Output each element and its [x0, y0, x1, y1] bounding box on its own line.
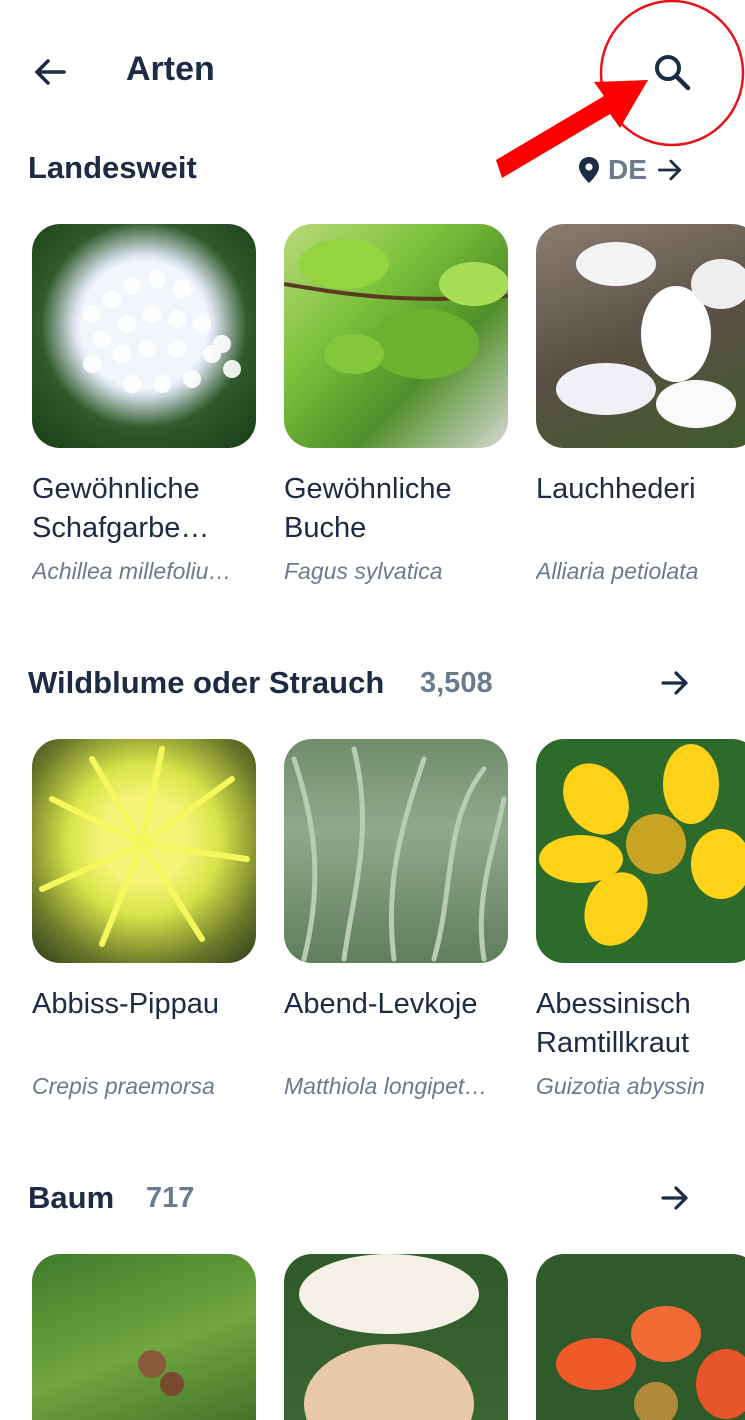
- arrow-right-icon[interactable]: [658, 1181, 692, 1215]
- species-row-landesweit: Gewöhnliche Schafgarbe… Achillea millefo…: [32, 224, 745, 604]
- page-title: Arten: [126, 50, 215, 88]
- location-code: DE: [608, 154, 647, 185]
- species-card[interactable]: [536, 1254, 745, 1420]
- species-photo: [536, 1254, 745, 1420]
- species-card[interactable]: Lauchhederi Alliaria petiolata: [536, 224, 745, 585]
- species-photo: [32, 224, 256, 448]
- species-photo: [536, 224, 745, 448]
- species-card[interactable]: Abbiss-Pippau Crepis praemorsa: [32, 739, 256, 1100]
- arrow-right-icon: [657, 159, 682, 181]
- species-photo: [32, 739, 256, 963]
- species-common-name: Gewöhnliche Buche: [284, 473, 452, 544]
- species-photo: [284, 1254, 508, 1420]
- back-arrow-icon[interactable]: [30, 52, 70, 92]
- species-scientific-name: Achillea millefoliu…: [32, 558, 232, 584]
- species-scientific-name: Crepis praemorsa: [32, 1073, 215, 1099]
- species-card[interactable]: Abend-Levkoje Matthiola longipet…: [284, 739, 508, 1100]
- species-common-name: Lauchhederi: [536, 473, 696, 505]
- species-photo: [284, 739, 508, 963]
- location-selector[interactable]: DE: [578, 150, 685, 190]
- species-card[interactable]: Gewöhnliche Schafgarbe… Achillea millefo…: [32, 224, 256, 585]
- species-common-name: Abend-Levkoje: [284, 988, 478, 1020]
- species-row-wildblume: Abbiss-Pippau Crepis praemorsa Abend-Lev…: [32, 739, 745, 1119]
- section-count: 717: [146, 1182, 195, 1214]
- species-common-name: Abessinisch Ramtillkraut: [536, 988, 691, 1059]
- location-pin-icon: [579, 157, 599, 183]
- species-common-name: Gewöhnliche Schafgarbe…: [32, 473, 210, 544]
- species-scientific-name: Guizotia abyssin: [536, 1073, 705, 1099]
- species-card[interactable]: Gewöhnliche Buche Fagus sylvatica: [284, 224, 508, 585]
- species-card[interactable]: [284, 1254, 508, 1420]
- species-scientific-name: Matthiola longipet…: [284, 1073, 488, 1099]
- section-title-landesweit: Landesweit: [28, 150, 197, 185]
- section-title-wildblume: Wildblume oder Strauch: [28, 665, 385, 700]
- species-photo: [284, 224, 508, 448]
- species-scientific-name: Alliaria petiolata: [536, 558, 699, 584]
- species-photo: [536, 739, 745, 963]
- species-scientific-name: Fagus sylvatica: [284, 558, 443, 584]
- section-count: 3,508: [420, 667, 493, 699]
- species-card[interactable]: Abessinisch Ramtillkraut Guizotia abyssi…: [536, 739, 745, 1100]
- species-row-baum: [32, 1254, 745, 1420]
- species-card[interactable]: [32, 1254, 256, 1420]
- section-title-baum: Baum: [28, 1180, 115, 1215]
- arrow-right-icon[interactable]: [658, 666, 692, 700]
- species-photo: [32, 1254, 256, 1420]
- species-common-name: Abbiss-Pippau: [32, 988, 219, 1020]
